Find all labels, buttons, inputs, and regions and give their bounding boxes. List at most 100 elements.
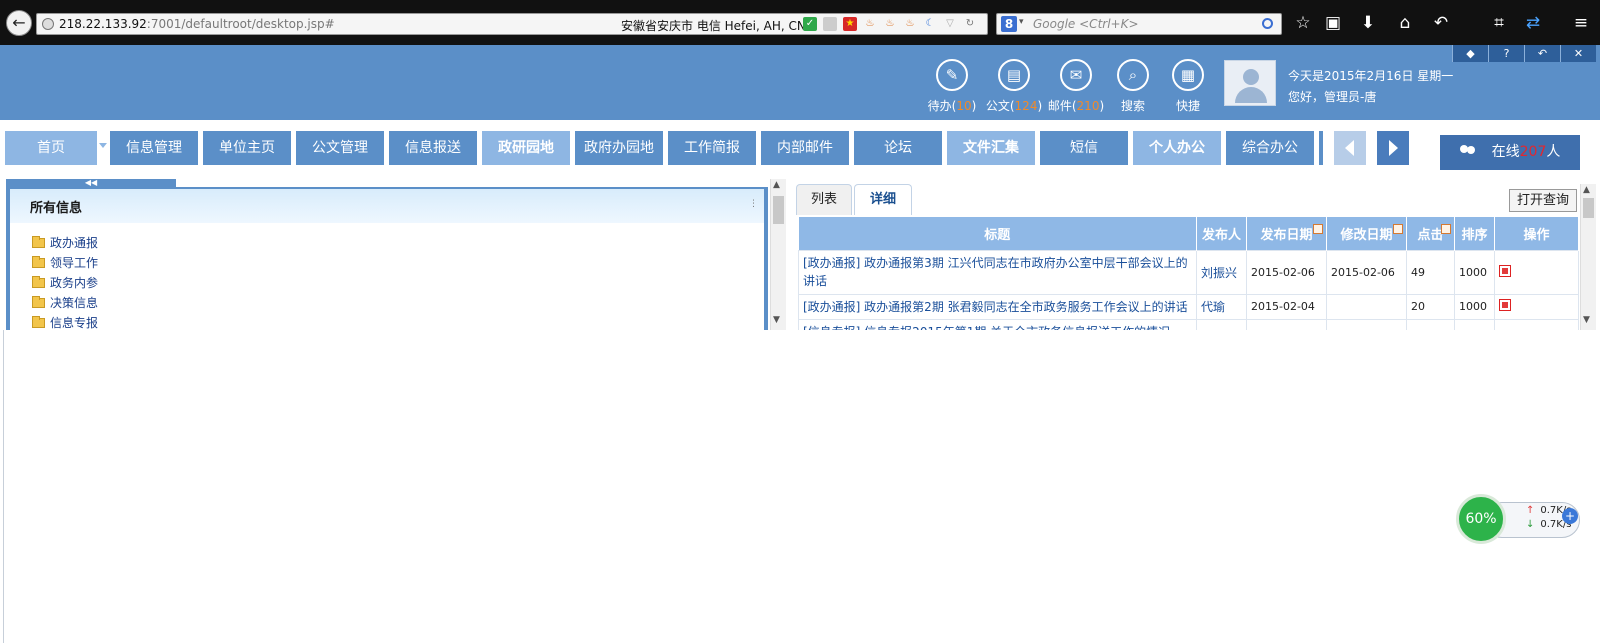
nav-item-info-report[interactable]: 信息报送 [389,131,477,165]
help-button[interactable]: ? [1488,45,1524,62]
sort-icon[interactable] [1393,224,1403,234]
open-external-icon[interactable] [1499,264,1511,277]
java-icon[interactable]: ♨ [863,17,877,31]
open-query-button[interactable]: 打开查询 [1509,189,1577,212]
todo-button[interactable]: ✎ 待办(10) [922,59,982,114]
china-flag-icon[interactable]: ★ [843,17,857,31]
table-row[interactable]: [信息专报] 信息专报2015年第1期 关于全市政务信息报送工作的情况 [798,318,1579,330]
mail-text: 邮件 [1047,99,1072,113]
bookmark-star-icon[interactable]: ☆ [1290,10,1316,36]
open-external-icon[interactable] [1499,299,1511,311]
col-header-author[interactable]: 发布人 [1196,217,1247,250]
engine-dropdown-icon[interactable]: ▾ [1019,17,1024,27]
sort-icon[interactable] [1441,224,1451,234]
refresh-icon[interactable]: ↻ [963,17,977,31]
online-prefix: 在线 [1491,144,1520,160]
dropdown-icon[interactable]: ▽ [943,17,957,31]
nav-item-forum[interactable]: 论坛 [854,131,942,165]
download-icon[interactable]: ⬇ [1355,10,1381,36]
online-users-badge[interactable]: 在线207人 [1440,135,1580,170]
collapse-panel-button[interactable]: ◀◀ [6,179,176,187]
row-title-link[interactable]: [政办通报] 政办通报第3期 江兴代同志在市政府办公室中层干部会议上的讲话 [798,249,1197,295]
right-scrollbar[interactable]: ▲ ▼ [1580,184,1596,330]
col-header-order[interactable]: 排序 [1454,217,1495,250]
close-button[interactable]: ✕ [1560,45,1596,62]
address-bar[interactable]: 218.22.133.92:7001/defaultroot/desktop.j… [36,13,988,35]
bookmarks-list-icon[interactable]: ▣ [1320,10,1346,36]
search-bar[interactable]: 8 ▾ Google <Ctrl+K> [996,13,1282,35]
java-icon-2[interactable]: ♨ [883,17,897,31]
nav-item-work-brief[interactable]: 工作简报 [668,131,756,165]
skin-button[interactable]: ◆ [1452,45,1488,62]
scroll-thumb[interactable] [773,196,784,224]
nav-item-personal-office[interactable]: 个人办公 [1133,131,1221,165]
resize-handle-icon[interactable]: ⋮ [749,199,758,209]
nav-item-internal-mail[interactable]: 内部邮件 [761,131,849,165]
row-modify-date [1326,318,1407,330]
scroll-thumb[interactable] [1583,198,1594,218]
row-author: 代瑜 [1196,293,1247,320]
search-button[interactable]: ⌕ 搜索 [1103,59,1163,114]
left-scrollbar[interactable]: ▲ ▼ [770,179,786,330]
crop-icon[interactable]: ⌗ [1486,10,1512,36]
nav-item-general-office[interactable]: 综合办公 [1226,131,1314,165]
nav-item-sms[interactable]: 短信 [1040,131,1128,165]
shortcut-button[interactable]: ▦ 快捷 [1158,59,1218,114]
sort-icon[interactable] [1313,224,1323,234]
scroll-up-icon[interactable]: ▲ [1583,185,1590,195]
nav-item-unit-home[interactable]: 单位主页 [203,131,291,165]
shield-icon[interactable]: ✓ [803,17,817,31]
nav-dropdown-icon[interactable] [99,143,107,148]
row-title-link[interactable]: [政办通报] 政办通报第2期 张君毅同志在全市政务服务工作会议上的讲话 [798,293,1197,320]
table-row[interactable]: [政办通报] 政办通报第2期 张君毅同志在全市政务服务工作会议上的讲话 代瑜 2… [798,293,1579,320]
tree-item-leader-work[interactable]: 领导工作 [32,253,98,273]
network-speed-widget[interactable]: 60% ↑ 0.7K/s ↓ 0.7K/s + [1456,494,1580,546]
tab-detail[interactable]: 详细 [854,184,912,215]
nav-item-file-collection[interactable]: 文件汇集 [947,131,1035,165]
todo-label: 待办(10) [927,99,977,113]
tree-item-gov-internal[interactable]: 政务内参 [32,273,98,293]
folder-icon [32,316,45,328]
col-header-title[interactable]: 标题 [798,217,1197,250]
scroll-up-icon[interactable]: ▲ [773,180,780,190]
home-icon[interactable]: ⌂ [1392,10,1418,36]
nav-item-document-management[interactable]: 公文管理 [296,131,384,165]
table-row[interactable]: [政办通报] 政办通报第3期 江兴代同志在市政府办公室中层干部会议上的讲话 刘振… [798,249,1579,295]
row-author: 刘振兴 [1196,249,1247,295]
tree-item-gov-bulletin[interactable]: 政办通报 [32,233,98,253]
col-header-clicks[interactable]: 点击 [1406,217,1455,250]
row-clicks [1406,318,1455,330]
scroll-down-icon[interactable]: ▼ [773,315,780,325]
sync-icon[interactable]: ⇄ [1520,10,1546,36]
google-icon[interactable]: 8 [1001,16,1017,32]
swirl-icon[interactable]: ☾ [923,17,937,31]
tree-item-decision-info[interactable]: 决策信息 [32,293,98,313]
tree-item-info-special[interactable]: 信息专报 [32,313,98,333]
plus-icon[interactable]: + [1562,508,1578,524]
doc-button[interactable]: ▤ 公文(124) [984,59,1044,114]
back-button[interactable]: ← [6,10,32,36]
nav-item-home[interactable]: 首页 [5,131,97,165]
nav-prev-button[interactable] [1334,131,1366,165]
scroll-down-icon[interactable]: ▼ [1583,315,1590,325]
menu-icon[interactable]: ≡ [1568,10,1594,36]
mail-button[interactable]: ✉ 邮件(210) [1046,59,1106,114]
undo-icon[interactable]: ↶ [1428,10,1454,36]
tab-list[interactable]: 列表 [796,184,852,215]
col-header-modify-date[interactable]: 修改日期 [1326,217,1407,250]
magnifier-icon[interactable] [1262,18,1273,29]
folder-icon [32,236,45,248]
nav-item-overflow[interactable] [1319,131,1323,165]
java-icon-3[interactable]: ♨ [903,17,917,31]
nav-next-button[interactable] [1377,131,1409,165]
nav-item-gov-office[interactable]: 政府办园地 [575,131,663,165]
nav-item-policy-research[interactable]: 政研园地 [482,131,570,165]
nav-item-info-management[interactable]: 信息管理 [110,131,198,165]
avatar[interactable] [1224,60,1276,106]
logout-button[interactable]: ↶ [1524,45,1560,62]
row-title-link[interactable]: [信息专报] 信息专报2015年第1期 关于全市政务信息报送工作的情况 [798,318,1197,330]
network-usage-gauge[interactable]: 60% [1456,494,1506,544]
info-table: 标题 发布人 发布日期 修改日期 点击 排序 操作 [政办通报] 政办通报第3期… [798,217,1579,330]
col-header-publish-date[interactable]: 发布日期 [1246,217,1327,250]
qr-icon[interactable] [823,17,837,31]
